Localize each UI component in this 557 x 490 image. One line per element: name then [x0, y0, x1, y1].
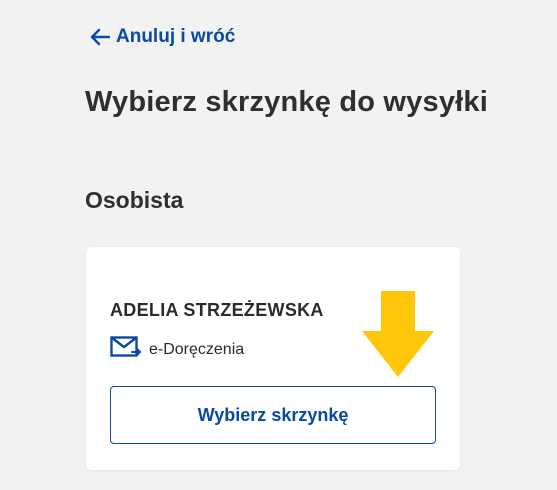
back-link[interactable]: Anuluj i wróć: [90, 26, 235, 48]
select-mailbox-button[interactable]: Wybierz skrzynkę: [110, 386, 436, 444]
mailbox-owner-name: ADELIA STRZEŻEWSKA: [110, 300, 324, 320]
envelope-icon: [110, 336, 141, 363]
back-link-label: Anuluj i wróć: [116, 26, 236, 47]
section-title: Osobista: [85, 187, 184, 213]
page-title: Wybierz skrzynkę do wysyłki: [85, 86, 488, 118]
mailbox-service-label: e-Doręczenia: [149, 340, 245, 358]
arrow-left-icon: [90, 28, 110, 46]
mailbox-service: e-Doręczenia: [110, 336, 244, 363]
down-arrow-icon: [362, 291, 434, 382]
